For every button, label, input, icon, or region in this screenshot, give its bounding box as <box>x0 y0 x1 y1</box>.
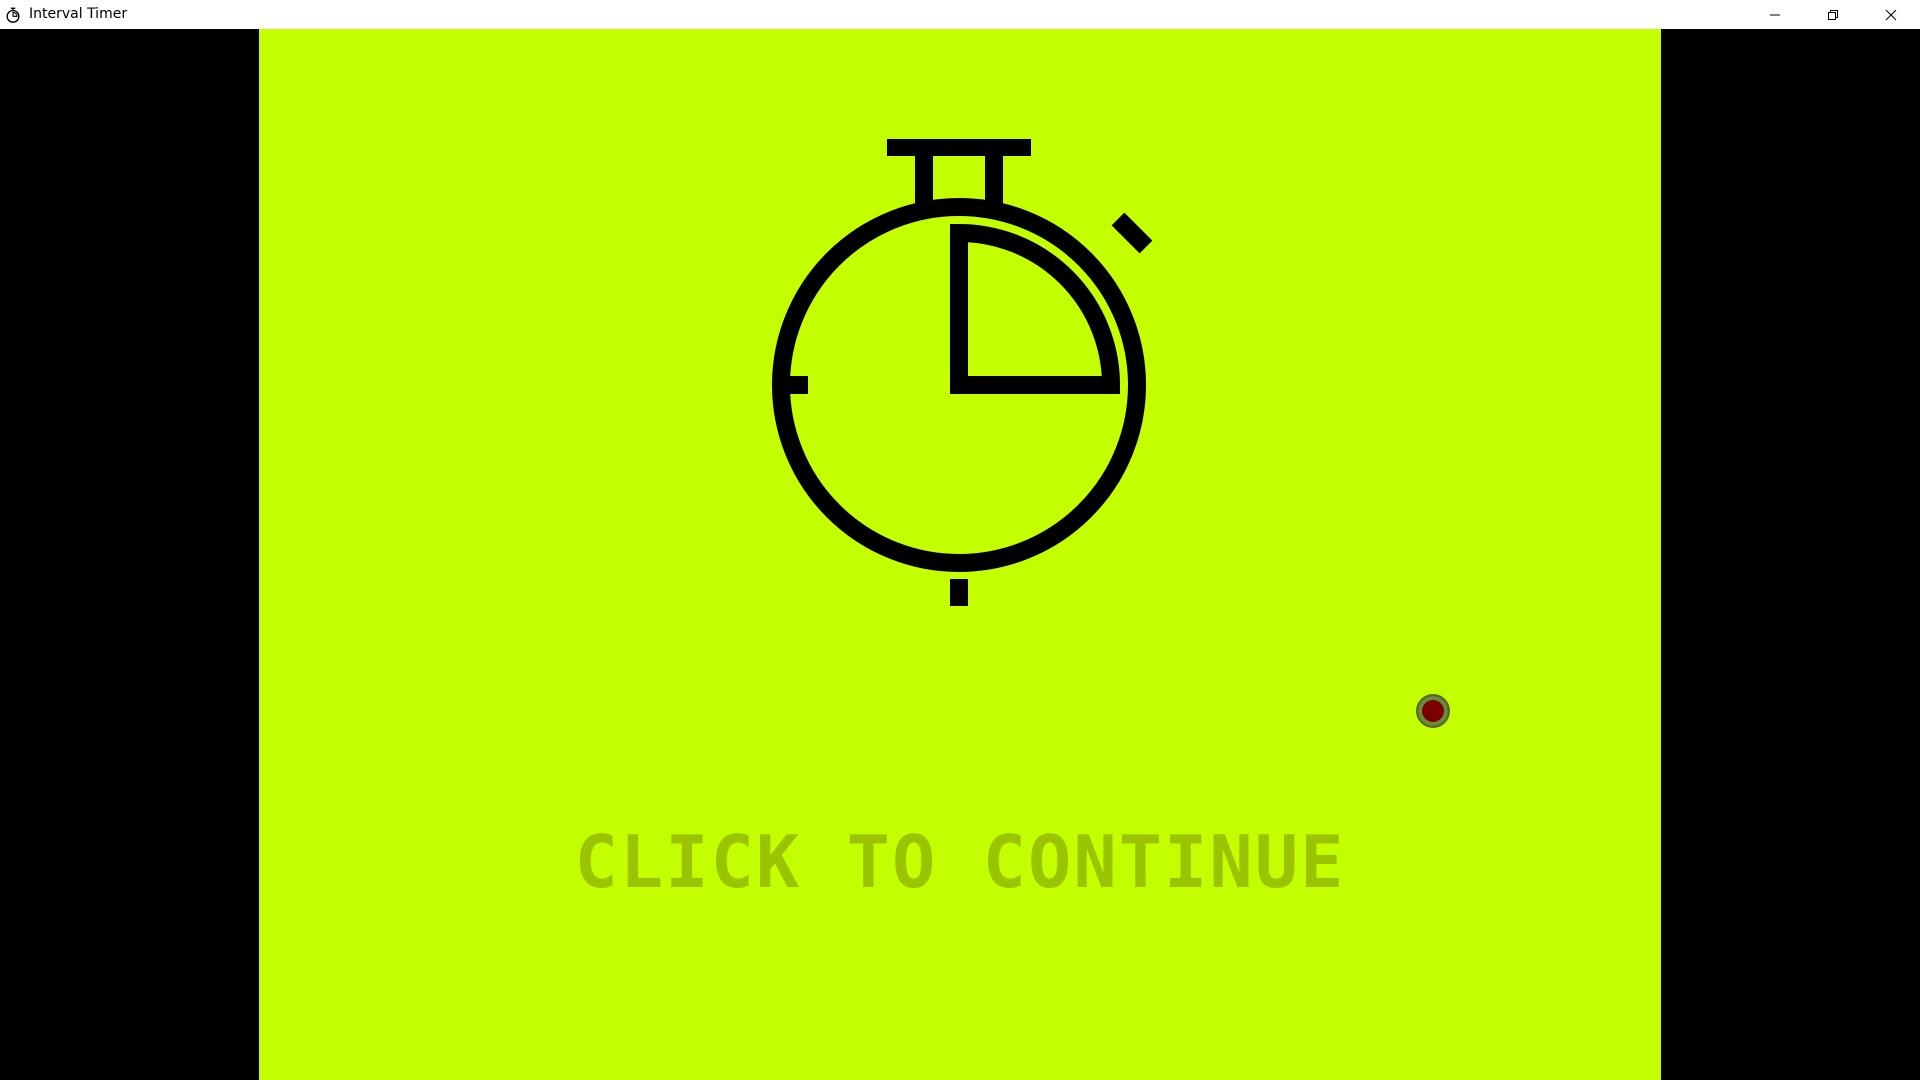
window-controls <box>1746 0 1920 29</box>
cursor-indicator <box>1416 694 1450 728</box>
close-icon <box>1885 9 1897 20</box>
stopwatch-icon <box>3 5 23 25</box>
game-canvas[interactable]: CLICK TO CONTINUE <box>259 29 1661 1080</box>
stopwatch-icon <box>772 139 1153 606</box>
title-bar[interactable]: Interval Timer <box>0 0 1920 29</box>
restore-button[interactable] <box>1804 0 1862 29</box>
restore-icon <box>1828 9 1838 20</box>
app-window: Interval Timer CLICK TO CONTINUE <box>0 0 1920 1080</box>
click-to-continue-prompt[interactable]: CLICK TO CONTINUE <box>259 822 1661 902</box>
minimize-button[interactable] <box>1746 0 1804 29</box>
minimize-icon <box>1770 14 1780 15</box>
window-content: CLICK TO CONTINUE <box>0 29 1920 1080</box>
close-button[interactable] <box>1862 0 1920 29</box>
window-title: Interval Timer <box>29 6 128 22</box>
